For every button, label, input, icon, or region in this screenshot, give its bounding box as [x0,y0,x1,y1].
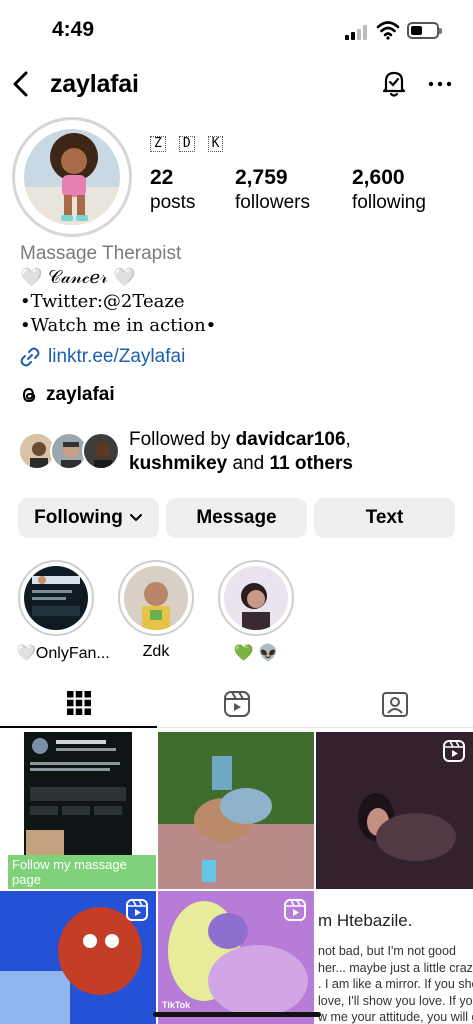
highlight-item[interactable]: 💚 👽 [216,560,296,663]
grid-post[interactable] [158,732,314,889]
name-glyph: K [207,136,224,152]
profile-display-name: Z D K [150,136,224,152]
highlight-cover [224,566,288,630]
posts-grid: Follow my massage page TikTok m Htebazil… [0,732,473,1024]
name-glyph: D [178,136,195,152]
grid-post[interactable]: TikTok [158,891,314,1024]
reel-indicator-icon [284,899,306,921]
following-label: following [352,192,426,213]
status-bar: 4:49 [0,0,473,58]
bio-link-text: linktr.ee/Zaylafai [48,346,186,367]
profile-action-buttons: Following Message Text [18,498,455,538]
followers-count: 2,759 [235,166,288,189]
mutual-avatar [82,432,120,470]
tab-reels[interactable] [158,680,315,728]
bio-link[interactable]: linktr.ee/Zaylafai [20,344,460,370]
tiktok-badge: TikTok [162,1000,191,1010]
following-stat[interactable]: 2,600 following [352,165,426,215]
grid-post[interactable] [0,891,156,1024]
profile-avatar[interactable] [12,117,132,237]
reels-icon [223,691,250,717]
post-text-body: not bad, but I'm not good her... maybe j… [318,944,473,1024]
following-button[interactable]: Following [18,498,159,538]
grid-post[interactable]: Follow my massage page [0,732,156,889]
tab-tagged[interactable] [316,680,473,728]
post-text-heading: m Htebazile. [318,911,413,930]
grid-icon [66,691,91,715]
text-button-label: Text [365,507,404,528]
bio-line: 🤍 𝒞𝒶𝓃𝒸𝑒𝓇 🤍 [20,267,136,288]
wifi-icon [376,21,400,40]
reel-indicator-icon [126,899,148,921]
followers-stat[interactable]: 2,759 followers [235,165,310,215]
link-icon [20,347,40,367]
cellular-signal-icon [345,24,369,40]
reel-indicator-icon [443,740,465,762]
grid-post[interactable]: m Htebazile. not bad, but I'm not good h… [316,891,473,1024]
message-button-label: Message [196,507,277,528]
following-count: 2,600 [352,166,405,189]
notification-bell-icon[interactable] [380,68,408,98]
threads-handle: zaylafai [46,384,115,405]
highlight-label: 🤍OnlyFan... [16,645,110,662]
highlight-label: Zdk [142,643,170,660]
mutual-others[interactable]: 11 others [270,453,353,474]
name-glyph: Z [150,136,166,152]
profile-header: zaylafai [0,62,473,106]
followed-by-mid: and [227,453,270,474]
message-button[interactable]: Message [166,498,307,538]
home-indicator[interactable] [153,1012,321,1017]
profile-category: Massage Therapist [20,243,182,264]
grid-post[interactable] [316,732,473,889]
content-tabs [0,680,473,728]
followed-by-separator: , [345,429,351,450]
bio-line: •Watch me in action• [20,315,217,336]
tab-posts-grid[interactable] [0,680,157,728]
threads-badge[interactable]: zaylafai [20,384,115,406]
chevron-down-icon [129,514,142,522]
posts-stat[interactable]: 22 posts [150,165,195,215]
mutual-user-2[interactable]: kushmikey [129,453,227,474]
status-time: 4:49 [52,18,95,41]
followed-by-row[interactable]: Followed by davidcar106, kushmikey and 11… [18,428,458,478]
highlight-cover [124,566,188,630]
more-options-icon[interactable] [426,68,454,98]
posts-count: 22 [150,166,174,189]
highlight-cover [24,566,88,630]
battery-icon [407,22,442,39]
highlight-label: 💚 👽 [233,645,279,662]
avatar-image [24,129,120,225]
profile-bio: Massage Therapist 🤍 𝒞𝒶𝓃𝒸𝑒𝓇 🤍 •Twitter:@2… [20,242,460,370]
story-highlights: 🤍OnlyFan... Zdk 💚 👽 [0,560,473,670]
text-button[interactable]: Text [314,498,455,538]
following-button-label: Following [34,507,123,528]
mutual-user-1[interactable]: davidcar106 [236,429,346,450]
bio-line: •Twitter:@2Teaze [20,291,185,312]
followed-by-prefix: Followed by [129,429,236,450]
post-caption: Follow my massage page [8,855,156,889]
highlight-item[interactable]: Zdk [116,560,196,661]
post-thumbnail [158,732,314,889]
posts-label: posts [150,192,196,213]
followers-label: followers [235,192,310,213]
highlight-item[interactable]: 🤍OnlyFan... [16,560,110,663]
back-arrow-icon[interactable] [8,66,36,102]
threads-icon [22,387,36,403]
followed-by-text: Followed by davidcar106, kushmikey and 11… [129,428,459,476]
tagged-person-icon [381,692,408,717]
header-username: zaylafai [50,70,139,98]
